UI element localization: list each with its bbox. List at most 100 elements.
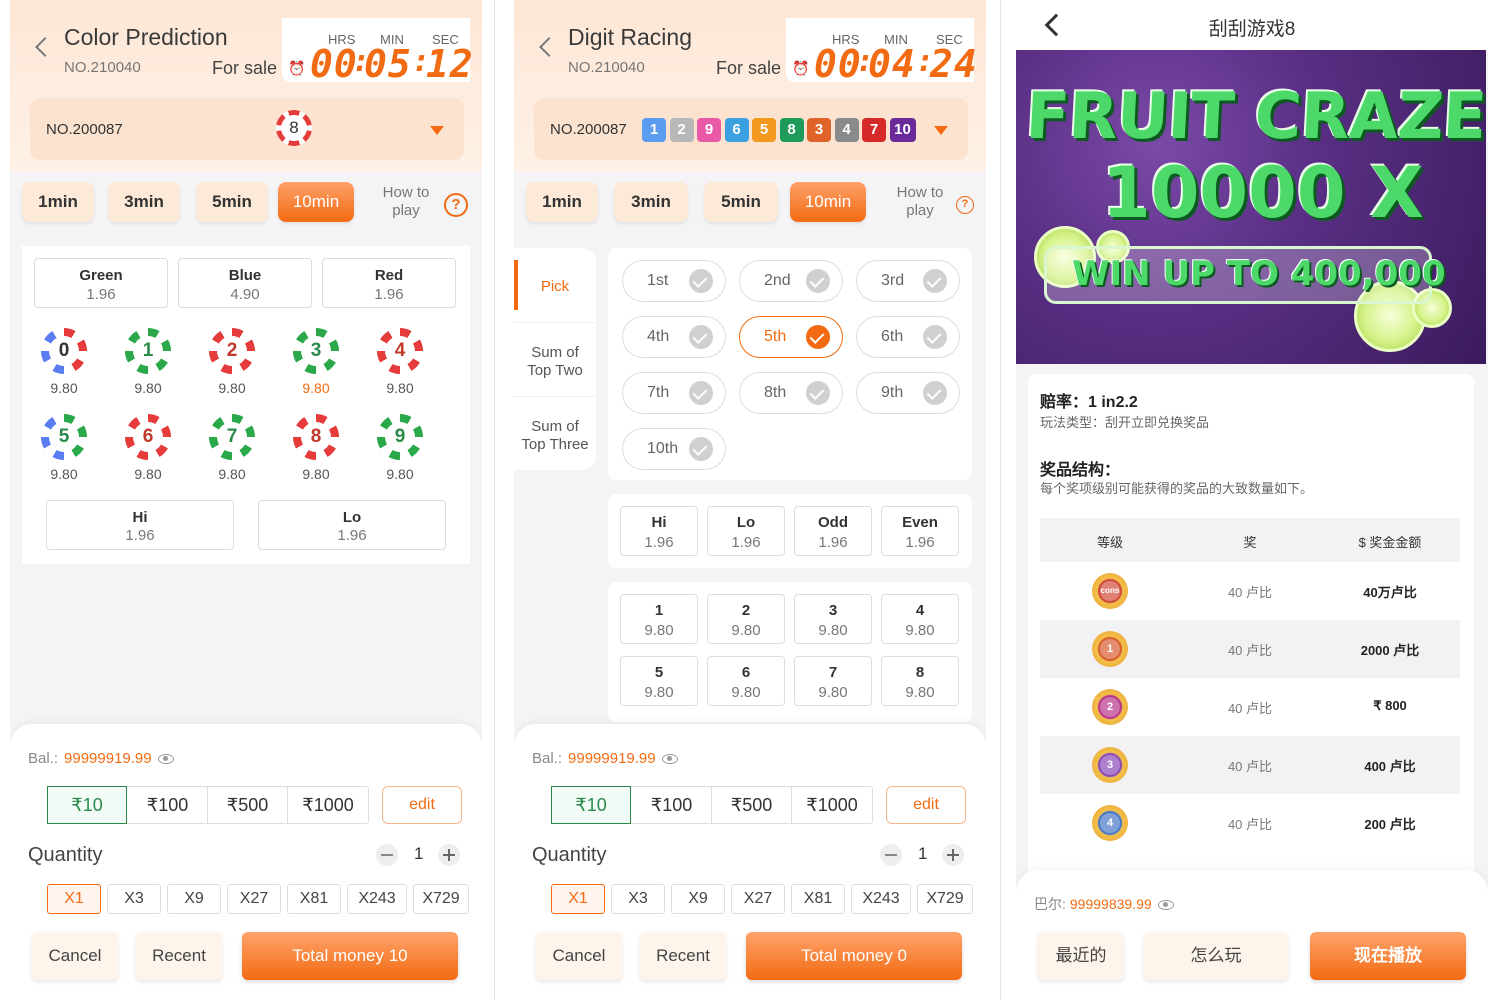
position-8th[interactable]: 8th — [739, 372, 843, 414]
amount-1000[interactable]: ₹1000 — [792, 787, 872, 823]
number-4[interactable]: 4 9.80 — [376, 328, 424, 396]
bet-odd[interactable]: Odd 1.96 — [794, 506, 872, 556]
edit-button[interactable]: edit — [382, 786, 462, 824]
tab-1min[interactable]: 1min — [526, 182, 598, 222]
tab-3min[interactable]: 3min — [108, 182, 180, 222]
multiplier-x729[interactable]: X729 — [917, 884, 973, 914]
multiplier-x9[interactable]: X9 — [167, 884, 221, 914]
multiplier-x81[interactable]: X81 — [287, 884, 341, 914]
bet-hi[interactable]: Hi 1.96 — [46, 500, 234, 550]
number-8[interactable]: 8 9.80 — [292, 414, 340, 482]
number-6[interactable]: 6 9.80 — [124, 414, 172, 482]
bet-blue[interactable]: Blue 4.90 — [178, 258, 312, 308]
position-5th[interactable]: 5th — [739, 316, 843, 358]
bet-green[interactable]: Green 1.96 — [34, 258, 168, 308]
side-item-sum-top-two[interactable]: Sum of Top Two — [514, 344, 596, 380]
position-7th[interactable]: 7th — [622, 372, 726, 414]
bet-red[interactable]: Red 1.96 — [322, 258, 456, 308]
cancel-button[interactable]: Cancel — [536, 932, 622, 980]
number-0[interactable]: 0 9.80 — [40, 328, 88, 396]
bet-lo[interactable]: Lo 1.96 — [707, 506, 785, 556]
number-9[interactable]: 9 9.80 — [376, 414, 424, 482]
back-icon[interactable] — [538, 36, 552, 58]
edit-button[interactable]: edit — [886, 786, 966, 824]
back-icon[interactable] — [34, 36, 48, 58]
multiplier-x243[interactable]: X243 — [851, 884, 911, 914]
eye-icon[interactable] — [157, 754, 174, 765]
plus-icon[interactable] — [438, 844, 460, 866]
multiplier-x3[interactable]: X3 — [611, 884, 665, 914]
tab-5min[interactable]: 5min — [196, 182, 268, 222]
digit-4[interactable]: 4 9.80 — [881, 594, 959, 644]
multiplier-x27[interactable]: X27 — [731, 884, 785, 914]
recent-button[interactable]: 最近的 — [1038, 932, 1124, 980]
position-10th[interactable]: 10th — [622, 428, 726, 470]
quantity-value[interactable]: 1 — [918, 844, 927, 864]
position-1st[interactable]: 1st — [622, 260, 726, 302]
amount-1000[interactable]: ₹1000 — [288, 787, 368, 823]
tab-10min[interactable]: 10min — [278, 182, 354, 222]
amount-100[interactable]: ₹100 — [128, 787, 208, 823]
help-icon[interactable]: ? — [444, 193, 468, 217]
digit-6[interactable]: 6 9.80 — [707, 656, 785, 706]
how-to-play-label[interactable]: How to play — [376, 184, 436, 220]
digit-5[interactable]: 5 9.80 — [620, 656, 698, 706]
digit-3[interactable]: 3 9.80 — [794, 594, 872, 644]
quantity-value[interactable]: 1 — [414, 844, 423, 864]
multiplier-x27[interactable]: X27 — [227, 884, 281, 914]
how-to-play-label[interactable]: How to play — [890, 184, 950, 220]
number-7[interactable]: 7 9.80 — [208, 414, 256, 482]
side-item-sum-top-three[interactable]: Sum of Top Three — [514, 418, 596, 454]
eye-icon[interactable] — [661, 754, 678, 765]
position-9th[interactable]: 9th — [856, 372, 960, 414]
number-3[interactable]: 3 9.80 — [292, 328, 340, 396]
digit-2[interactable]: 2 9.80 — [707, 594, 785, 644]
total-money-button[interactable]: Total money 10 — [242, 932, 458, 980]
position-3rd[interactable]: 3rd — [856, 260, 960, 302]
position-2nd[interactable]: 2nd — [739, 260, 843, 302]
tab-1min[interactable]: 1min — [22, 182, 94, 222]
tab-5min[interactable]: 5min — [704, 182, 778, 222]
position-6th[interactable]: 6th — [856, 316, 960, 358]
digit-1[interactable]: 1 9.80 — [620, 594, 698, 644]
plus-icon[interactable] — [942, 844, 964, 866]
how-to-play-button[interactable]: 怎么玩 — [1144, 932, 1288, 980]
multiplier-x243[interactable]: X243 — [347, 884, 407, 914]
last-result-dropdown[interactable]: NO.200087 8 — [30, 98, 464, 160]
total-money-button[interactable]: Total money 0 — [746, 932, 962, 980]
number-1[interactable]: 1 9.80 — [124, 328, 172, 396]
minus-icon[interactable] — [880, 844, 902, 866]
amount-100[interactable]: ₹100 — [632, 787, 712, 823]
side-item-pick[interactable]: Pick — [514, 278, 596, 296]
amount-10[interactable]: ₹10 — [47, 786, 127, 824]
help-icon[interactable]: ? — [956, 196, 974, 214]
tab-3min[interactable]: 3min — [614, 182, 688, 222]
number-2[interactable]: 2 9.80 — [208, 328, 256, 396]
multiplier-x729[interactable]: X729 — [413, 884, 469, 914]
chevron-down-icon[interactable] — [934, 126, 948, 135]
play-now-button[interactable]: 现在播放 — [1310, 932, 1466, 980]
multiplier-x1[interactable]: X1 — [47, 884, 101, 914]
digit-8[interactable]: 8 9.80 — [881, 656, 959, 706]
last-result-dropdown[interactable]: NO.200087 1 2 9 6 5 8 3 4 7 10 — [534, 98, 968, 160]
multiplier-x3[interactable]: X3 — [107, 884, 161, 914]
eye-icon[interactable] — [1157, 900, 1174, 911]
amount-500[interactable]: ₹500 — [712, 787, 792, 823]
amount-500[interactable]: ₹500 — [208, 787, 288, 823]
tab-10min[interactable]: 10min — [790, 182, 866, 222]
multiplier-x81[interactable]: X81 — [791, 884, 845, 914]
recent-button[interactable]: Recent — [136, 932, 222, 980]
recent-button[interactable]: Recent — [640, 932, 726, 980]
bet-lo[interactable]: Lo 1.96 — [258, 500, 446, 550]
digit-7[interactable]: 7 9.80 — [794, 656, 872, 706]
chevron-down-icon[interactable] — [430, 126, 444, 135]
bet-hi[interactable]: Hi 1.96 — [620, 506, 698, 556]
multiplier-x1[interactable]: X1 — [551, 884, 605, 914]
position-4th[interactable]: 4th — [622, 316, 726, 358]
number-5[interactable]: 5 9.80 — [40, 414, 88, 482]
amount-10[interactable]: ₹10 — [551, 786, 631, 824]
bet-even[interactable]: Even 1.96 — [881, 506, 959, 556]
cancel-button[interactable]: Cancel — [32, 932, 118, 980]
multiplier-x9[interactable]: X9 — [671, 884, 725, 914]
minus-icon[interactable] — [376, 844, 398, 866]
